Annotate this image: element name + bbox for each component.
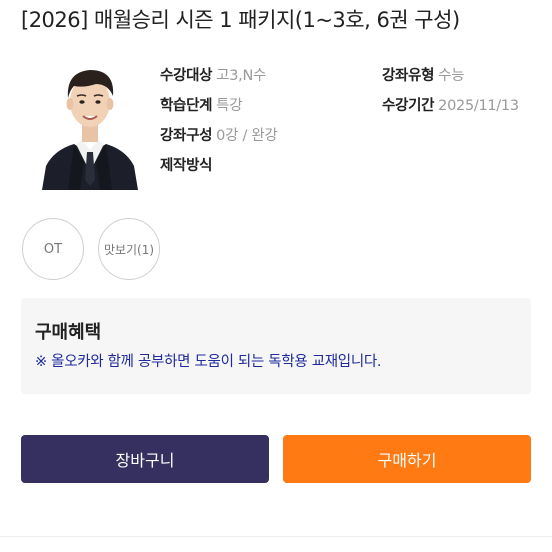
info-value: 고3,N수 (216, 68, 267, 84)
info-label: 강좌구성 (160, 128, 213, 144)
info-label: 수강대상 (160, 68, 213, 84)
purchase-benefit-box: 구매혜택 ※ 올오카와 함께 공부하면 도움이 되는 독학용 교재입니다. (21, 298, 531, 394)
benefit-description: ※ 올오카와 함께 공부하면 도움이 되는 독학용 교재입니다. (35, 354, 382, 370)
info-production: 제작방식 (160, 154, 216, 175)
info-study-level: 학습단계 특강 (160, 94, 243, 115)
info-value: 특강 (216, 98, 243, 114)
info-value: 2025/11/13 (438, 98, 519, 114)
info-value: 0강 / 완강 (216, 128, 278, 144)
info-period: 수강기간 2025/11/13 (382, 94, 519, 115)
instructor-photo (40, 54, 140, 190)
info-label: 제작방식 (160, 158, 213, 174)
divider (0, 536, 552, 537)
product-title: [2026] 매월승리 시즌 1 패키지(1~3호, 6권 구성) (21, 8, 460, 32)
cart-button[interactable]: 장바구니 (21, 435, 269, 483)
sample-lecture-button[interactable]: 맛보기(1) (98, 218, 160, 280)
info-course-target: 수강대상 고3,N수 (160, 64, 266, 85)
ot-button[interactable]: OT (22, 218, 84, 280)
info-label: 학습단계 (160, 98, 213, 114)
info-composition: 강좌구성 0강 / 완강 (160, 124, 278, 145)
benefit-heading: 구매혜택 (35, 322, 102, 343)
buy-button[interactable]: 구매하기 (283, 435, 531, 483)
info-label: 강좌유형 (382, 68, 435, 84)
info-label: 수강기간 (382, 98, 435, 114)
info-course-type: 강좌유형 수능 (382, 64, 465, 85)
info-value: 수능 (438, 68, 465, 84)
